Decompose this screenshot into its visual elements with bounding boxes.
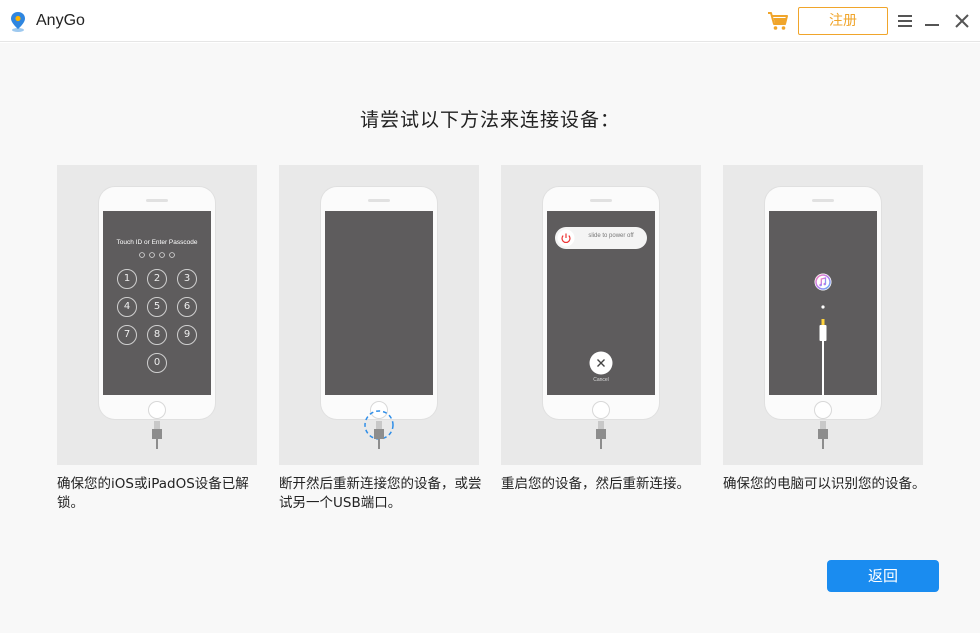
keypad-key: 7 [117, 325, 137, 345]
passcode-dots [139, 252, 175, 258]
menu-icon[interactable] [895, 11, 915, 31]
keypad-key: 6 [177, 297, 197, 317]
card-unlock-text: 确保您的iOS或iPadOS设备已解锁。 [57, 476, 249, 511]
keypad: 1 2 3 4 5 6 7 8 9 0 [117, 269, 197, 379]
power-off-slider: slide to power off [555, 227, 647, 249]
card-recognize-illustration [723, 165, 923, 465]
card-restart-text: 重启您的设备，然后重新连接。 [501, 476, 690, 492]
cancel-x-icon [589, 351, 613, 375]
keypad-key: 0 [147, 353, 167, 373]
close-icon[interactable] [952, 11, 972, 31]
lightning-cable-icon [374, 421, 384, 449]
keypad-key: 4 [117, 297, 137, 317]
itunes-icon [814, 273, 832, 291]
card-unlock-illustration: Touch ID or Enter Passcode 1 2 3 4 5 6 7… [57, 165, 257, 465]
lightning-cable-icon [152, 421, 162, 449]
register-button[interactable]: 注册 [798, 7, 888, 35]
keypad-key: 8 [147, 325, 167, 345]
keypad-key: 5 [147, 297, 167, 317]
back-button[interactable]: 返回 [827, 560, 939, 592]
keypad-key: 1 [117, 269, 137, 289]
minimize-icon[interactable] [922, 11, 942, 31]
phone-screen [325, 211, 433, 395]
cable-connection-icon [819, 305, 827, 395]
itunes-screen [769, 211, 877, 395]
keypad-key: 3 [177, 269, 197, 289]
cancel-label: Cancel [593, 377, 609, 383]
card-reconnect-text: 断开然后重新连接您的设备，或尝试另一个USB端口。 [279, 476, 482, 511]
slider-text: slide to power off [588, 233, 634, 239]
main-content: 请尝试以下方法来连接设备： Touch ID or Enter Passcode… [0, 43, 980, 633]
phone-illustration [321, 187, 437, 419]
card-reconnect-illustration [279, 165, 479, 465]
location-pin-icon [11, 12, 25, 32]
keypad-key: 9 [177, 325, 197, 345]
keypad-key: 2 [147, 269, 167, 289]
card-recognize-text: 确保您的电脑可以识别您的设备。 [723, 476, 926, 492]
title-bar: AnyGo 注册 [0, 0, 980, 42]
app-title: AnyGo [36, 12, 85, 29]
power-off-screen: slide to power off Cancel [547, 211, 655, 395]
lightning-cable-icon [596, 421, 606, 449]
passcode-screen: Touch ID or Enter Passcode 1 2 3 4 5 6 7… [103, 211, 211, 395]
lightning-cable-icon [818, 421, 828, 449]
phone-illustration: Touch ID or Enter Passcode 1 2 3 4 5 6 7… [99, 187, 215, 419]
passcode-caption: Touch ID or Enter Passcode [116, 239, 198, 246]
card-restart-illustration: slide to power off Cancel [501, 165, 701, 465]
phone-illustration [765, 187, 881, 419]
cart-icon[interactable] [767, 10, 789, 32]
page-title: 请尝试以下方法来连接设备： [359, 109, 620, 131]
phone-illustration: slide to power off Cancel [543, 187, 659, 419]
power-icon [557, 229, 575, 247]
